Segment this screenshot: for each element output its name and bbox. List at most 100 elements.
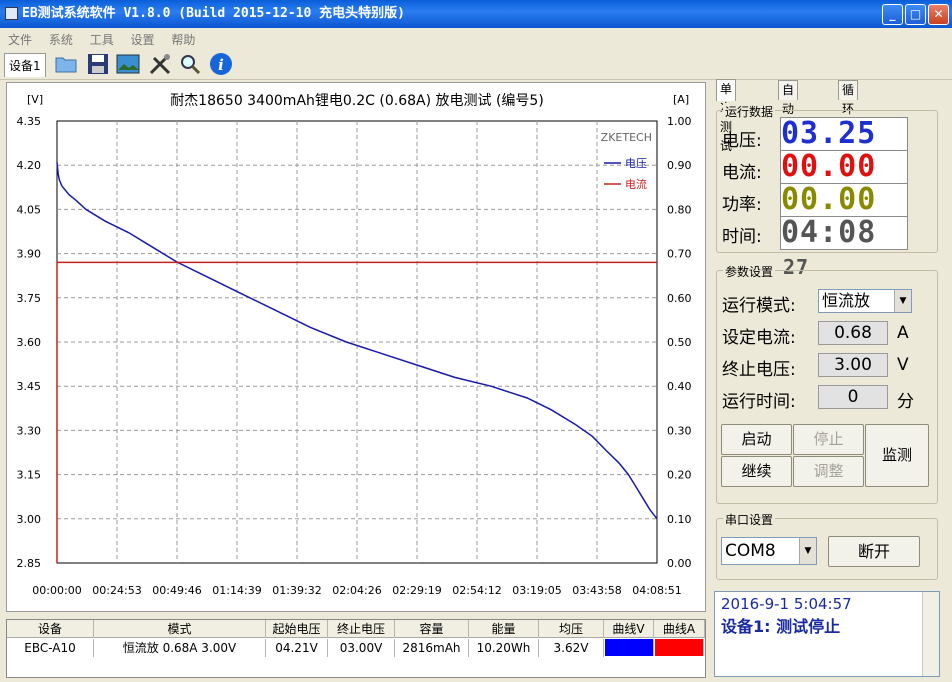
power-value: 00.00 [781,182,877,217]
toolbar: 设备1 i [0,48,952,80]
tab-cycle-test[interactable]: 循环测试 [838,80,859,154]
legend-label: 电流 [625,177,647,191]
y-tick-left: 3.15 [17,469,42,482]
y-tick-left: 3.45 [17,380,42,393]
params-title: 参数设置 [723,263,776,280]
image-icon[interactable] [116,52,140,76]
y-tick-right: 0.10 [667,513,692,526]
x-tick: 04:08:51 [632,584,681,597]
y-tick-right: 0.70 [667,248,692,261]
header-start-voltage: 起始电压 [266,620,328,638]
info-icon[interactable]: i [209,52,233,76]
cell-energy: 10.20Wh [469,639,539,657]
x-tick: 00:49:46 [152,584,201,597]
voltage-display: 03.25 V [780,116,908,181]
y-tick-right: 0.00 [667,557,692,570]
menu-tools[interactable]: 工具 [82,28,119,48]
start-button[interactable]: 启动 [721,424,792,455]
monitor-button[interactable]: 监测 [865,424,929,487]
cutoff-voltage-label: 终止电压: [722,360,796,380]
y-tick-right: 0.30 [667,424,692,437]
folder-icon[interactable] [54,52,78,76]
tab-single-test[interactable]: 单次测试 [716,79,737,153]
cell-end-voltage: 03.00V [328,639,395,657]
chevron-down-icon[interactable]: ▼ [894,290,911,312]
y-tick-left: 4.05 [17,203,42,216]
save-icon[interactable] [86,52,110,76]
current-display: 00.00 A [780,149,908,214]
x-tick: 02:29:19 [392,584,441,597]
y-tick-left: 3.75 [17,292,42,305]
com-port-select[interactable]: COM8 ▼ [721,537,817,565]
power-display: 00.00 W [780,182,908,247]
cutoff-voltage-field[interactable]: 3.00 [818,353,888,377]
header-device: 设备 [7,620,94,638]
x-tick: 00:00:00 [32,584,81,597]
curve-a-swatch[interactable] [655,639,704,656]
maximize-button[interactable]: □ [905,4,926,25]
y-tick-right: 0.80 [667,203,692,216]
voltage-value: 03.25 [781,116,877,151]
adjust-button[interactable]: 调整 [793,456,864,487]
legend-label: 电压 [625,157,647,170]
runtime-field[interactable]: 0 [818,385,888,409]
y-tick-right: 0.90 [667,159,692,172]
y-tick-right: 1.00 [667,115,692,128]
mode-label: 运行模式: [722,296,796,316]
svg-text:i: i [218,56,224,74]
menu-help[interactable]: 帮助 [163,28,200,48]
tools-icon[interactable] [148,52,172,76]
header-energy: 能量 [469,620,539,638]
menu-settings[interactable]: 设置 [123,28,160,48]
time-display: 04:08 27 [780,215,908,279]
continue-button[interactable]: 继续 [721,456,792,487]
y-tick-left: 3.60 [17,336,42,349]
y-axis-label-right: [A] [673,93,689,106]
title-bar: EB测试系统软件 V1.8.0 (Build 2015-12-10 充电头特别版… [0,0,952,28]
table-header: 设备 模式 起始电压 终止电压 容量 能量 均压 曲线V 曲线A [7,620,705,638]
stop-button[interactable]: 停止 [793,424,864,455]
curve-v-swatch[interactable] [605,639,654,656]
menu-file[interactable]: 文件 [0,28,37,48]
tab-auto-test[interactable]: 自动测试 [778,80,799,154]
disconnect-button[interactable]: 断开 [828,536,920,567]
header-curve-a: 曲线A [654,620,705,638]
chart-svg: 4.35 4.20 4.05 3.90 3.75 3.60 3.45 3.30 3.15 3.00… [17,93,692,597]
serial-title: 串口设置 [723,511,776,528]
close-button[interactable]: ✕ [928,4,949,25]
x-tick: 03:43:58 [572,584,621,597]
status-log: 2016-9-1 5:04:57 设备1: 测试停止 [714,591,940,677]
current-setting-field[interactable]: 0.68 [818,321,888,345]
cell-avg-voltage: 3.62V [539,639,604,657]
y-tick-left: 4.35 [17,115,42,128]
x-tick: 02:04:26 [332,584,381,597]
chart-title: 耐杰18650 3400mAh锂电0.2C (0.68A) 放电测试 (编号5) [170,93,544,109]
y-tick-right: 0.20 [667,469,692,482]
menu-system[interactable]: 系统 [41,28,78,48]
menu-bar: 文件 系统 工具 设置 帮助 [0,28,952,48]
time-value: 04:08 [781,215,877,250]
x-tick: 01:14:39 [212,584,261,597]
status-scrollbar[interactable] [922,592,939,676]
device-tab[interactable]: 设备1 [4,53,46,77]
header-curve-v: 曲线V [604,620,654,638]
runtime-unit: 分 [897,392,914,412]
chevron-down-icon[interactable]: ▼ [799,538,816,564]
current-value: 00.00 [781,149,877,184]
x-tick: 01:39:32 [272,584,321,597]
cell-device: EBC-A10 [7,639,94,657]
table-row[interactable]: EBC-A10 恒流放 0.68A 3.00V 04.21V 03.00V 28… [7,639,705,657]
cell-start-voltage: 04.21V [266,639,328,657]
status-timestamp: 2016-9-1 5:04:57 [721,595,852,613]
minimize-button[interactable]: _ [882,4,903,25]
mode-select[interactable]: 恒流放 ▼ [818,289,912,313]
window-title: EB测试系统软件 V1.8.0 (Build 2015-12-10 充电头特别版… [22,6,405,21]
current-setting-label: 设定电流: [722,328,796,348]
current-label: 电流: [722,163,762,183]
current-setting-unit: A [897,323,909,343]
y-tick-left: 2.85 [17,557,42,570]
discharge-chart: 4.35 4.20 4.05 3.90 3.75 3.60 3.45 3.30 3.15 3.00… [6,82,706,612]
y-tick-left: 3.00 [17,513,42,526]
voltage-label: 电压: [722,131,762,151]
zoom-icon[interactable] [178,52,202,76]
